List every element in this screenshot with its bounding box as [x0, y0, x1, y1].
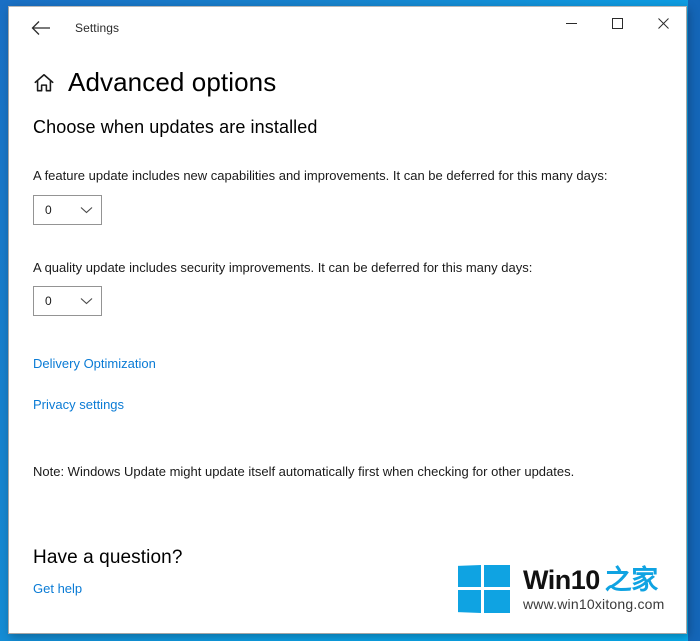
maximize-icon	[611, 17, 623, 29]
page-content: Advanced options Choose when updates are…	[9, 67, 686, 598]
maximize-button[interactable]	[594, 7, 640, 39]
settings-window: Settings Advanced options Choose when up…	[8, 6, 687, 634]
delivery-optimization-link[interactable]: Delivery Optimization	[33, 356, 156, 371]
chevron-down-icon	[80, 298, 93, 305]
watermark-brand-main: Win10	[523, 564, 600, 595]
watermark-brand-cn: 之家	[604, 564, 659, 595]
page-header: Advanced options	[33, 67, 662, 97]
get-help-link[interactable]: Get help	[33, 581, 82, 596]
minimize-icon	[565, 22, 577, 24]
window-title: Settings	[75, 20, 120, 35]
watermark-text: Win10 之家 www.win10xitong.com	[523, 564, 665, 612]
windows-logo-icon	[458, 565, 510, 613]
window-controls	[548, 7, 686, 48]
section-heading: Choose when updates are installed	[33, 117, 318, 138]
watermark-brand: Win10 之家	[523, 564, 665, 595]
update-note-text: Note: Windows Update might update itself…	[33, 464, 575, 480]
feature-update-description: A feature update includes new capabiliti…	[33, 168, 608, 184]
windows-logo-pane-top-left	[458, 565, 481, 587]
desktop-edge-band	[688, 0, 700, 641]
page-title: Advanced options	[68, 67, 277, 97]
chevron-down-icon	[80, 206, 93, 214]
feature-update-defer-days-select[interactable]: 0	[33, 194, 102, 225]
back-button[interactable]	[19, 12, 63, 44]
quality-update-defer-days-select[interactable]: 0	[33, 286, 102, 317]
back-arrow-icon	[31, 20, 50, 35]
privacy-settings-link[interactable]: Privacy settings	[33, 397, 124, 412]
home-icon[interactable]	[33, 72, 55, 94]
quality-update-description: A quality update includes security impro…	[33, 259, 533, 275]
feature-update-defer-days-value: 0	[45, 202, 52, 217]
watermark-url: www.win10xitong.com	[523, 595, 665, 612]
close-button[interactable]	[640, 7, 686, 39]
windows-logo-pane-bottom-left	[458, 590, 481, 613]
watermark: Win10 之家 www.win10xitong.com	[445, 553, 686, 625]
windows-logo-pane-top-right	[484, 565, 510, 587]
windows-logo-pane-bottom-right	[484, 590, 510, 613]
quality-update-defer-days-value: 0	[45, 294, 52, 309]
title-bar: Settings	[9, 7, 686, 48]
close-icon	[657, 17, 669, 29]
minimize-button[interactable]	[548, 7, 594, 39]
